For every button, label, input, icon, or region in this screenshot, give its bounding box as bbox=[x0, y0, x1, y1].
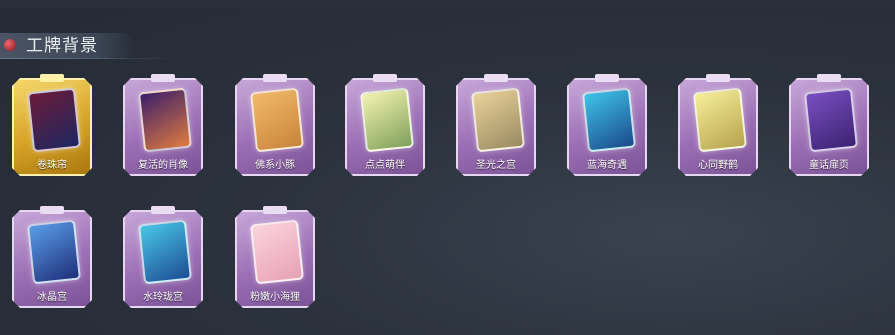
card-art-image bbox=[359, 87, 415, 153]
card-label: 圣光之宫 bbox=[476, 160, 516, 171]
card-tab bbox=[484, 74, 508, 82]
badge-background-card[interactable]: 水玲珑宫 bbox=[123, 206, 203, 308]
card-art-image bbox=[249, 87, 305, 153]
card-tab bbox=[373, 74, 397, 82]
card-label: 复活的肖像 bbox=[138, 160, 188, 171]
section-title: 工牌背景 bbox=[26, 36, 98, 56]
badge-background-card[interactable]: 复活的肖像 bbox=[123, 74, 203, 176]
badge-background-card[interactable]: 蓝海奇遇 bbox=[567, 74, 647, 176]
card-tab bbox=[263, 74, 287, 82]
card-tab bbox=[595, 74, 619, 82]
card-tab bbox=[263, 206, 287, 214]
card-label: 粉嫩小海狸 bbox=[250, 292, 300, 303]
badge-background-card[interactable]: 卷珠帘 bbox=[12, 74, 92, 176]
card-label: 卷珠帘 bbox=[37, 160, 67, 171]
card-tab bbox=[151, 206, 175, 214]
badge-background-card[interactable]: 点点萌伴 bbox=[345, 74, 425, 176]
card-label: 冰晶宫 bbox=[37, 292, 67, 303]
card-label: 水玲珑宫 bbox=[143, 292, 183, 303]
badge-background-card[interactable]: 佛系小豚 bbox=[235, 74, 315, 176]
card-art-image bbox=[803, 87, 859, 153]
card-art-image bbox=[692, 87, 748, 153]
badge-background-card[interactable]: 冰晶宫 bbox=[12, 206, 92, 308]
card-art-image bbox=[137, 87, 193, 153]
badge-background-card[interactable]: 心同野鹤 bbox=[678, 74, 758, 176]
card-tab bbox=[817, 74, 841, 82]
card-tab bbox=[40, 206, 64, 214]
card-art-image bbox=[26, 219, 82, 285]
section-marker-icon bbox=[4, 39, 16, 51]
badge-background-card[interactable]: 粉嫩小海狸 bbox=[235, 206, 315, 308]
card-label: 童话扉页 bbox=[809, 160, 849, 171]
card-label: 蓝海奇遇 bbox=[587, 160, 627, 171]
section-header-underline bbox=[0, 58, 180, 59]
card-art-image bbox=[249, 219, 305, 285]
card-art-image bbox=[581, 87, 637, 153]
card-label: 佛系小豚 bbox=[255, 160, 295, 171]
card-tab bbox=[151, 74, 175, 82]
card-art-image bbox=[137, 219, 193, 285]
top-strip bbox=[0, 0, 895, 8]
badge-background-card[interactable]: 童话扉页 bbox=[789, 74, 869, 176]
card-art-image bbox=[470, 87, 526, 153]
badge-background-card[interactable]: 圣光之宫 bbox=[456, 74, 536, 176]
card-label: 点点萌伴 bbox=[365, 160, 405, 171]
card-tab bbox=[40, 74, 64, 82]
card-art-image bbox=[26, 87, 82, 153]
card-label: 心同野鹤 bbox=[698, 160, 738, 171]
card-tab bbox=[706, 74, 730, 82]
